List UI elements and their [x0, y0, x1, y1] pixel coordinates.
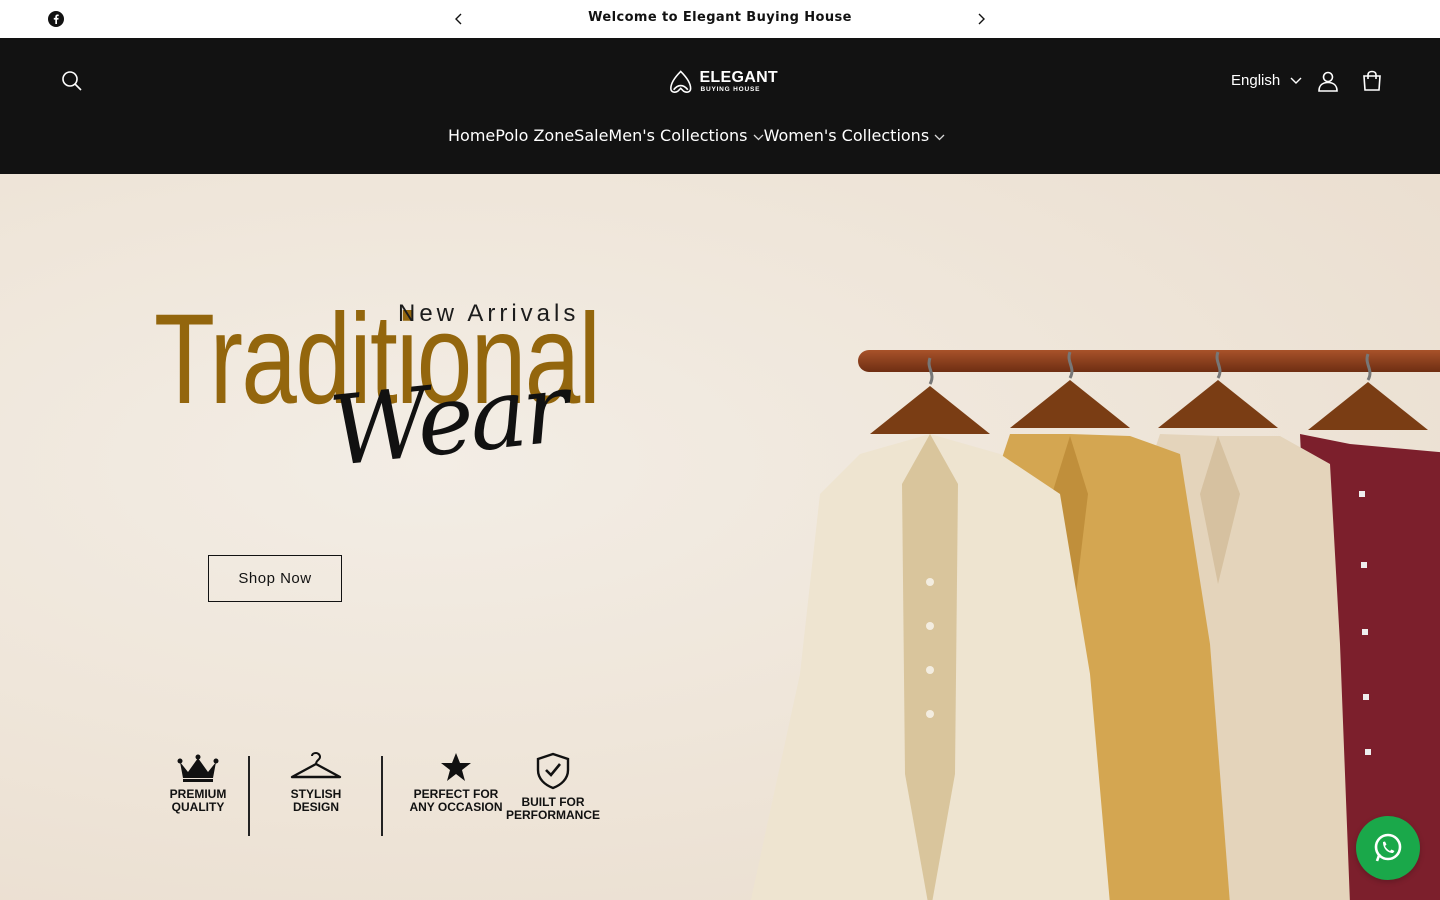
kurta-garments-image — [750, 351, 1440, 900]
search-icon[interactable] — [58, 67, 86, 95]
feature-badges: PREMIUM QUALITY STYLISH DESIGN PERFECT F… — [150, 752, 610, 842]
chevron-down-icon — [753, 134, 764, 141]
crown-icon — [177, 754, 219, 782]
chevron-down-icon — [934, 134, 945, 141]
shield-check-icon — [536, 752, 570, 790]
cart-icon[interactable] — [1358, 67, 1386, 95]
announcement-next-button[interactable] — [972, 10, 990, 28]
nav-item-polo-zone[interactable]: Polo Zone — [495, 126, 574, 145]
nav-item-sale[interactable]: Sale — [574, 126, 608, 145]
hero-banner: Traditional New Arrivals Wear Shop Now P… — [0, 174, 1440, 900]
site-logo[interactable]: ELEGANT BUYING HOUSE — [668, 64, 778, 100]
language-label: English — [1231, 72, 1281, 89]
main-nav: Home Polo Zone Sale Men's Collections Wo… — [448, 126, 945, 145]
logo-name: ELEGANT — [699, 69, 778, 87]
announcement-message: Welcome to Elegant Buying House — [588, 10, 852, 25]
star-icon — [441, 753, 471, 781]
announcement-bar: Welcome to Elegant Buying House — [0, 0, 1440, 38]
feature-stylish-design: STYLISH DESIGN — [268, 752, 364, 814]
feature-premium-quality: PREMIUM QUALITY — [150, 752, 246, 814]
logo-tagline: BUYING HOUSE — [700, 86, 761, 94]
shop-now-button[interactable]: Shop Now — [208, 555, 342, 602]
hero-subtitle: New Arrivals — [398, 300, 580, 327]
feature-performance: BUILT FOR PERFORMANCE — [505, 752, 601, 822]
account-icon[interactable] — [1314, 67, 1342, 95]
nav-item-mens-collections[interactable]: Men's Collections — [608, 126, 764, 145]
chevron-down-icon — [1290, 77, 1302, 84]
whatsapp-icon — [1374, 833, 1402, 862]
hero-script-text: Wear — [324, 352, 570, 488]
nav-item-home[interactable]: Home — [448, 126, 495, 145]
nav-item-womens-collections[interactable]: Women's Collections — [764, 126, 946, 145]
feature-any-occasion: PERFECT FOR ANY OCCASION — [408, 752, 504, 814]
language-selector[interactable]: English — [1231, 72, 1302, 89]
hanger-icon — [290, 752, 342, 779]
feature-divider — [248, 756, 250, 836]
feature-divider — [381, 756, 383, 836]
logo-mark-icon — [670, 70, 692, 93]
site-header: ELEGANT BUYING HOUSE English Home Polo Z… — [0, 38, 1440, 174]
whatsapp-button[interactable] — [1356, 816, 1420, 880]
